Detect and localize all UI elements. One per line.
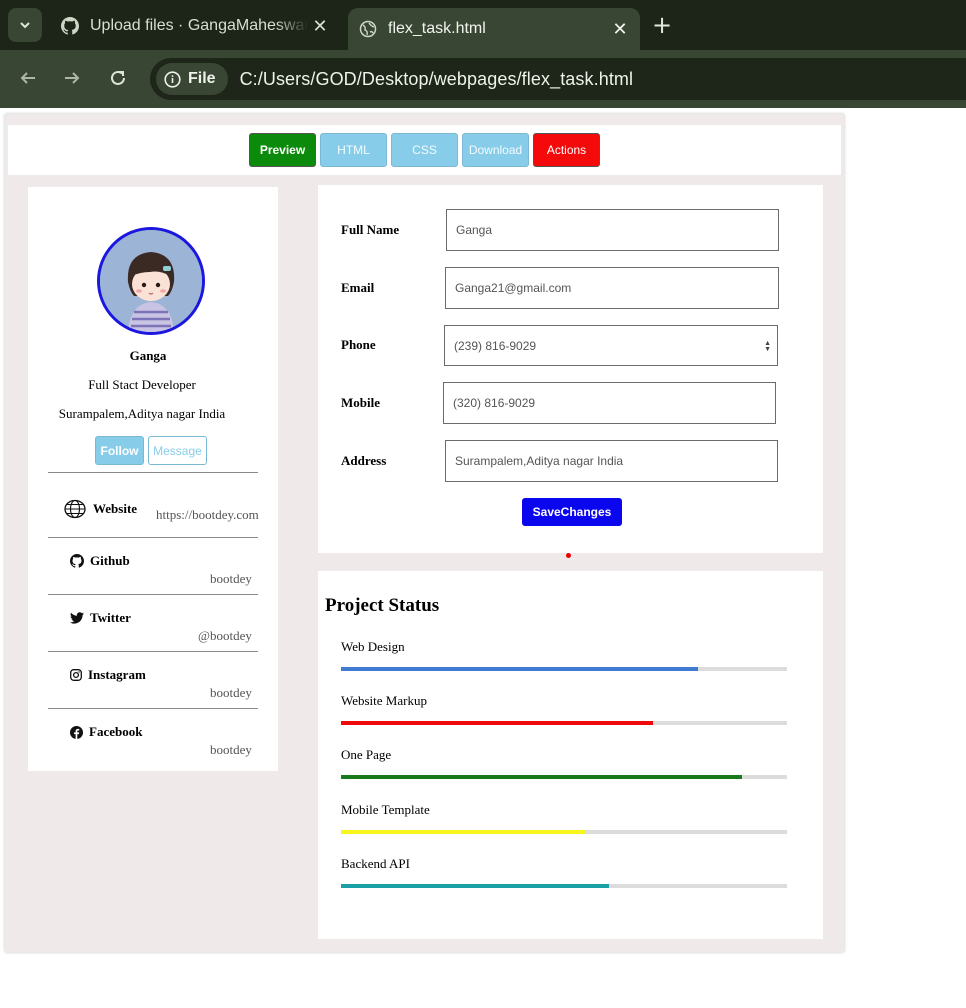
url-text[interactable]: C:/Users/GOD/Desktop/webpages/flex_task.… bbox=[240, 69, 634, 90]
divider bbox=[48, 594, 258, 595]
instagram-icon bbox=[70, 669, 82, 681]
progress-fill bbox=[341, 775, 743, 779]
project-item-label: Web Design bbox=[341, 639, 405, 654]
tab-title: Upload files · GangaMaheswari bbox=[90, 17, 308, 34]
project-item-label: Website Markup bbox=[341, 693, 427, 708]
progress-track bbox=[341, 830, 787, 834]
progress-fill bbox=[341, 884, 609, 888]
follow-button[interactable]: Follow bbox=[95, 436, 144, 465]
field-label-email: Email bbox=[341, 280, 375, 295]
close-icon[interactable]: ✕ bbox=[308, 14, 332, 38]
close-icon[interactable]: ✕ bbox=[608, 17, 632, 41]
profile-card: Ganga Full Stact Developer Surampalem,Ad… bbox=[28, 187, 278, 771]
profile-name: Ganga bbox=[129, 348, 167, 363]
address-bar[interactable]: File C:/Users/GOD/Desktop/webpages/flex_… bbox=[150, 58, 966, 100]
forward-arrow-icon[interactable] bbox=[60, 66, 84, 90]
profile-form-card: Full Name Ganga Email Ganga21@gmail.com … bbox=[318, 185, 823, 553]
globe-icon bbox=[358, 19, 378, 39]
divider bbox=[48, 708, 258, 709]
progress-fill bbox=[341, 721, 654, 725]
social-value[interactable]: bootdey bbox=[210, 685, 252, 701]
social-value[interactable]: @bootdey bbox=[198, 628, 252, 644]
progress-fill bbox=[341, 667, 698, 671]
chip-label: File bbox=[188, 70, 216, 87]
top-button-bar: Preview HTML CSS Download Actions bbox=[8, 125, 841, 175]
progress-track bbox=[341, 667, 787, 671]
social-github[interactable]: Github bbox=[70, 553, 130, 569]
address-input[interactable]: Surampalem,Aditya nagar India bbox=[445, 440, 778, 482]
social-twitter[interactable]: Twitter bbox=[70, 610, 131, 626]
github-icon bbox=[70, 554, 84, 568]
progress-track bbox=[341, 721, 787, 725]
actions-button[interactable]: Actions bbox=[533, 133, 600, 167]
social-facebook[interactable]: Facebook bbox=[70, 724, 142, 740]
profile-location: Surampalem,Aditya nagar India bbox=[58, 406, 226, 421]
profile-role: Full Stact Developer bbox=[88, 377, 196, 392]
field-label-mobile: Mobile bbox=[341, 395, 380, 410]
email-input[interactable]: Ganga21@gmail.com bbox=[445, 267, 779, 309]
tab-title: flex_task.html bbox=[388, 20, 486, 37]
social-label: Github bbox=[90, 553, 130, 568]
site-info-chip[interactable]: File bbox=[156, 63, 228, 95]
new-tab-icon[interactable]: + bbox=[650, 11, 674, 39]
divider bbox=[48, 651, 258, 652]
social-label: Instagram bbox=[88, 667, 146, 682]
browser-tab-upload[interactable]: Upload files · GangaMaheswari ✕ bbox=[50, 8, 340, 44]
social-value[interactable]: bootdey bbox=[210, 742, 252, 758]
back-arrow-icon[interactable] bbox=[16, 66, 40, 90]
facebook-icon bbox=[70, 725, 83, 739]
project-item-label: Mobile Template bbox=[341, 802, 430, 817]
social-website[interactable]: Website bbox=[63, 499, 137, 519]
field-label-full-name: Full Name bbox=[341, 222, 400, 237]
progress-fill bbox=[341, 830, 587, 834]
page-container: Preview HTML CSS Download Actions Ganga … bbox=[5, 114, 844, 952]
progress-track bbox=[341, 775, 787, 779]
browser-tab-flex-task[interactable]: flex_task.html ✕ bbox=[348, 8, 640, 50]
info-icon bbox=[164, 70, 182, 88]
save-changes-button[interactable]: SaveChanges bbox=[522, 498, 622, 526]
preview-button[interactable]: Preview bbox=[249, 133, 316, 167]
social-value[interactable]: https://bootdey.com bbox=[156, 507, 259, 523]
red-dot bbox=[566, 553, 571, 558]
progress-track bbox=[341, 884, 787, 888]
social-value[interactable]: bootdey bbox=[210, 571, 252, 587]
download-button[interactable]: Download bbox=[462, 133, 529, 167]
phone-value: (239) 816-9029 bbox=[454, 338, 537, 353]
social-label: Facebook bbox=[89, 724, 143, 739]
social-label: Website bbox=[93, 501, 138, 516]
full-name-input[interactable]: Ganga bbox=[446, 209, 779, 251]
social-label: Twitter bbox=[90, 610, 131, 625]
field-label-address: Address bbox=[341, 453, 387, 468]
css-button[interactable]: CSS bbox=[391, 133, 458, 167]
twitter-icon bbox=[70, 612, 84, 624]
phone-input[interactable]: (239) 816-9029 ▲ ▼ bbox=[444, 325, 778, 366]
project-item-label: One Page bbox=[341, 747, 392, 762]
browser-tab-strip: Upload files · GangaMaheswari ✕ flex_tas… bbox=[0, 0, 966, 50]
github-icon bbox=[60, 16, 80, 36]
mobile-input[interactable]: (320) 816-9029 bbox=[443, 382, 776, 424]
project-item-label: Backend API bbox=[341, 856, 410, 871]
divider bbox=[48, 537, 258, 538]
spinner-icon[interactable]: ▲ ▼ bbox=[764, 340, 771, 353]
field-label-phone: Phone bbox=[341, 337, 376, 352]
divider bbox=[48, 472, 258, 473]
tab-search-button[interactable] bbox=[8, 8, 42, 42]
project-status-card: Project Status Web Design Website Markup O… bbox=[318, 571, 823, 939]
reload-icon[interactable] bbox=[106, 66, 130, 90]
avatar bbox=[97, 227, 205, 335]
status-title: Project Status bbox=[325, 595, 440, 616]
social-instagram[interactable]: Instagram bbox=[70, 667, 146, 683]
message-button[interactable]: Message bbox=[148, 436, 207, 465]
html-button[interactable]: HTML bbox=[320, 133, 387, 167]
globe-icon bbox=[64, 499, 86, 519]
chevron-down-icon bbox=[20, 22, 30, 29]
